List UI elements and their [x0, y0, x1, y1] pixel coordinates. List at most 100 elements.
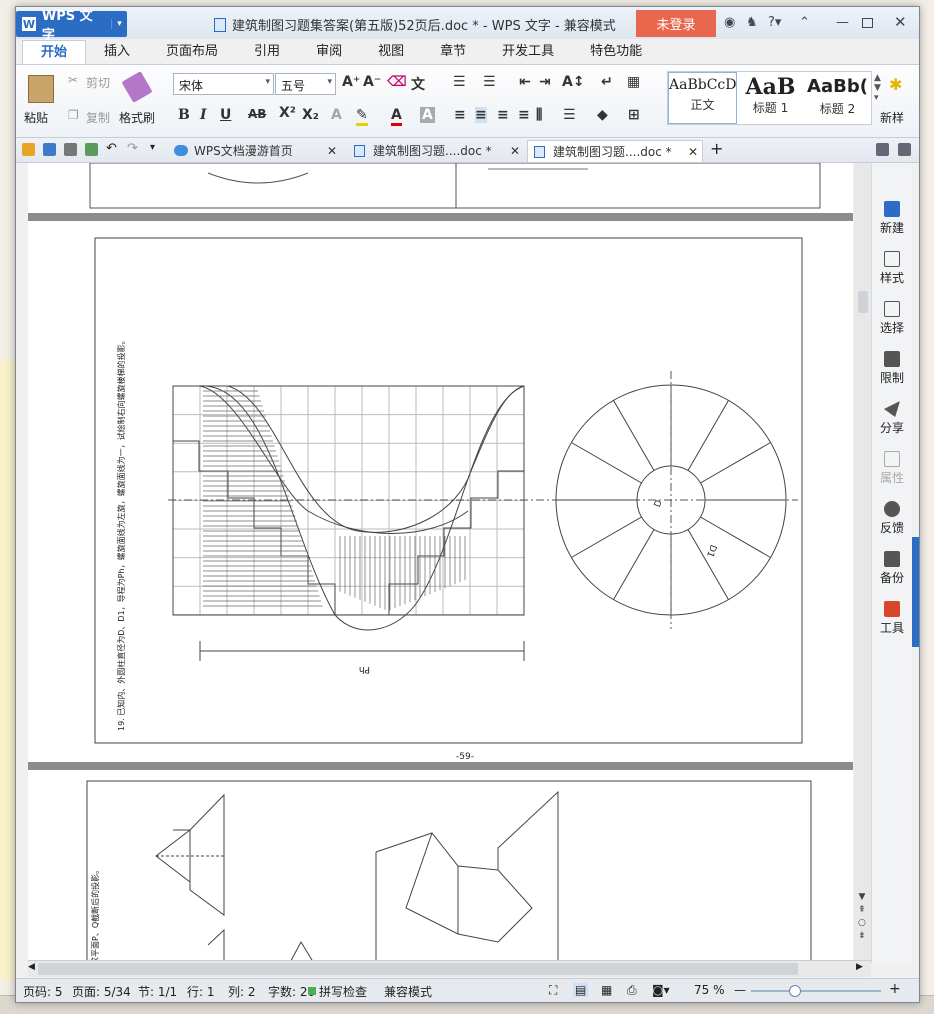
shrink-font-icon[interactable]: A⁻: [363, 74, 381, 90]
status-page-code[interactable]: 页码: 5: [23, 983, 63, 1000]
gallery-scroll-icon[interactable]: ▲ ▼ ▾: [874, 73, 881, 103]
align-left-icon[interactable]: ≡: [454, 107, 466, 123]
collapse-ribbon-icon[interactable]: ⌃: [799, 15, 810, 30]
paste-icon[interactable]: [28, 75, 54, 103]
sidebar-item-tools[interactable]: 工具: [872, 601, 912, 636]
font-name-select[interactable]: 宋体: [173, 73, 274, 95]
line-spacing-icon[interactable]: ☰: [563, 107, 576, 123]
close-tab-icon[interactable]: ✕: [510, 140, 520, 162]
paragraph-mark-icon[interactable]: ↵: [601, 74, 613, 90]
strikethrough-icon[interactable]: AB: [248, 107, 266, 121]
style-heading-2[interactable]: AaBb( 标题 2: [804, 72, 871, 124]
bold-icon[interactable]: B: [178, 107, 190, 123]
justify-icon[interactable]: ≡: [518, 107, 530, 123]
close-tab-icon[interactable]: ✕: [327, 140, 337, 162]
zoom-out-icon[interactable]: —: [734, 983, 746, 997]
distribute-icon[interactable]: ⫼: [536, 107, 542, 123]
shirt-icon[interactable]: ♞: [746, 15, 758, 30]
sidebar-item-properties[interactable]: 属性: [872, 451, 912, 486]
decrease-indent-icon[interactable]: ⇤: [519, 74, 531, 90]
tab-view[interactable]: 视图: [360, 40, 422, 64]
sidebar-item-restrict[interactable]: 限制: [872, 351, 912, 386]
sidebar-item-new[interactable]: 新建: [872, 201, 912, 236]
tab-menu-icon[interactable]: [898, 143, 911, 156]
highlight-icon[interactable]: ✎: [356, 107, 368, 126]
close-tab-icon[interactable]: ✕: [688, 141, 698, 163]
sidebar-item-style[interactable]: 样式: [872, 251, 912, 286]
save-icon[interactable]: [43, 143, 56, 156]
status-pages[interactable]: 页面: 5/34: [72, 983, 131, 1000]
clear-format-icon[interactable]: ⌫: [387, 74, 407, 90]
zoom-slider[interactable]: [751, 985, 881, 997]
chevron-down-icon[interactable]: ▾: [111, 19, 127, 29]
tab-chapter[interactable]: 章节: [422, 40, 484, 64]
underline-icon[interactable]: U: [220, 107, 231, 123]
skin-icon[interactable]: ◉: [724, 15, 735, 30]
page-nav-icon[interactable]: ▼ ⇞ ○ ⇟: [858, 891, 866, 943]
vertical-scroll-thumb[interactable]: [858, 291, 868, 313]
font-size-select[interactable]: 五号: [275, 73, 336, 95]
tab-insert[interactable]: 插入: [86, 40, 148, 64]
scroll-right-icon[interactable]: ▶: [856, 962, 863, 972]
print-icon[interactable]: [64, 143, 77, 156]
doc-tab-2-active[interactable]: 建筑制图习题....doc * ✕: [527, 140, 703, 162]
close-icon[interactable]: ✕: [894, 13, 907, 31]
tab-review[interactable]: 审阅: [298, 40, 360, 64]
sidebar-item-backup[interactable]: 备份: [872, 551, 912, 586]
tab-references[interactable]: 引用: [236, 40, 298, 64]
help-icon[interactable]: ?▾: [768, 15, 781, 30]
zoom-level[interactable]: 75 %: [694, 983, 725, 997]
outline-view-icon[interactable]: ▦: [601, 983, 612, 997]
grow-font-icon[interactable]: A⁺: [342, 74, 360, 90]
tab-home[interactable]: 开始: [22, 40, 87, 64]
vertical-scrollbar[interactable]: ▼ ⇞ ○ ⇟: [854, 163, 871, 960]
reading-mode-icon[interactable]: ◙▾: [652, 983, 670, 997]
style-heading-1[interactable]: AaB 标题 1: [737, 72, 804, 124]
new-tab-icon[interactable]: +: [710, 139, 723, 158]
sidebar-item-select[interactable]: 选择: [872, 301, 912, 336]
align-center-icon[interactable]: ≡: [475, 107, 487, 123]
paste-button[interactable]: 粘贴: [24, 109, 48, 126]
superscript-icon[interactable]: X²: [279, 105, 296, 121]
subscript-icon[interactable]: X₂: [302, 107, 319, 123]
minimize-icon[interactable]: —: [836, 15, 849, 30]
status-spellcheck[interactable]: 拼写检查: [319, 983, 367, 1000]
increase-indent-icon[interactable]: ⇥: [539, 74, 551, 90]
paragraph-shading-icon[interactable]: ◆: [597, 107, 608, 123]
web-view-icon[interactable]: ⎙: [627, 983, 637, 998]
full-screen-icon[interactable]: ⛶: [549, 983, 557, 998]
doc-tab-home[interactable]: WPS文档漫游首页 ✕: [169, 140, 341, 162]
char-shading-icon[interactable]: A: [420, 107, 435, 123]
sidebar-item-share[interactable]: 分享: [872, 401, 912, 436]
zoom-in-icon[interactable]: +: [889, 981, 901, 997]
tab-features[interactable]: 特色功能: [572, 40, 660, 64]
text-effect-icon[interactable]: A: [331, 107, 342, 123]
table-grid-icon[interactable]: ▦: [627, 74, 640, 90]
app-menu-button[interactable]: W WPS 文字 ▾: [16, 9, 127, 43]
tab-page-layout[interactable]: 页面布局: [148, 40, 236, 64]
maximize-icon[interactable]: [862, 18, 873, 28]
borders-icon[interactable]: ⊞: [628, 107, 640, 123]
style-normal[interactable]: AaBbCcD 正文: [668, 72, 737, 124]
bullet-list-icon[interactable]: ☰: [453, 74, 466, 90]
tab-list-icon[interactable]: [876, 143, 889, 156]
copy-button[interactable]: 复制: [86, 109, 110, 126]
italic-icon[interactable]: I: [200, 107, 207, 123]
scroll-left-icon[interactable]: ◀: [28, 962, 35, 972]
format-painter-button[interactable]: 格式刷: [119, 109, 155, 126]
open-folder-icon[interactable]: [22, 143, 35, 156]
print-preview-icon[interactable]: [85, 143, 98, 156]
redo-icon[interactable]: ↷: [127, 141, 140, 156]
qat-menu-icon[interactable]: ▾: [150, 142, 163, 155]
zoom-slider-thumb[interactable]: [789, 985, 801, 997]
doc-tab-1[interactable]: 建筑制图习题....doc * ✕: [348, 140, 524, 162]
page-view-icon[interactable]: ▤: [573, 983, 589, 997]
font-color-icon[interactable]: A: [391, 107, 402, 126]
cut-button[interactable]: 剪切: [86, 74, 110, 91]
sort-icon[interactable]: A↕: [562, 74, 585, 90]
undo-icon[interactable]: ↶: [106, 141, 119, 156]
horizontal-scrollbar[interactable]: ◀ ▶: [28, 960, 871, 977]
sidebar-item-feedback[interactable]: 反馈: [872, 501, 912, 536]
horizontal-scroll-thumb[interactable]: [38, 963, 798, 975]
document-canvas[interactable]: 19. 已知内、外圆柱直径为D、D1，导程为Ph，螺旋面线为左旋，螺旋面线为一，…: [28, 163, 853, 960]
